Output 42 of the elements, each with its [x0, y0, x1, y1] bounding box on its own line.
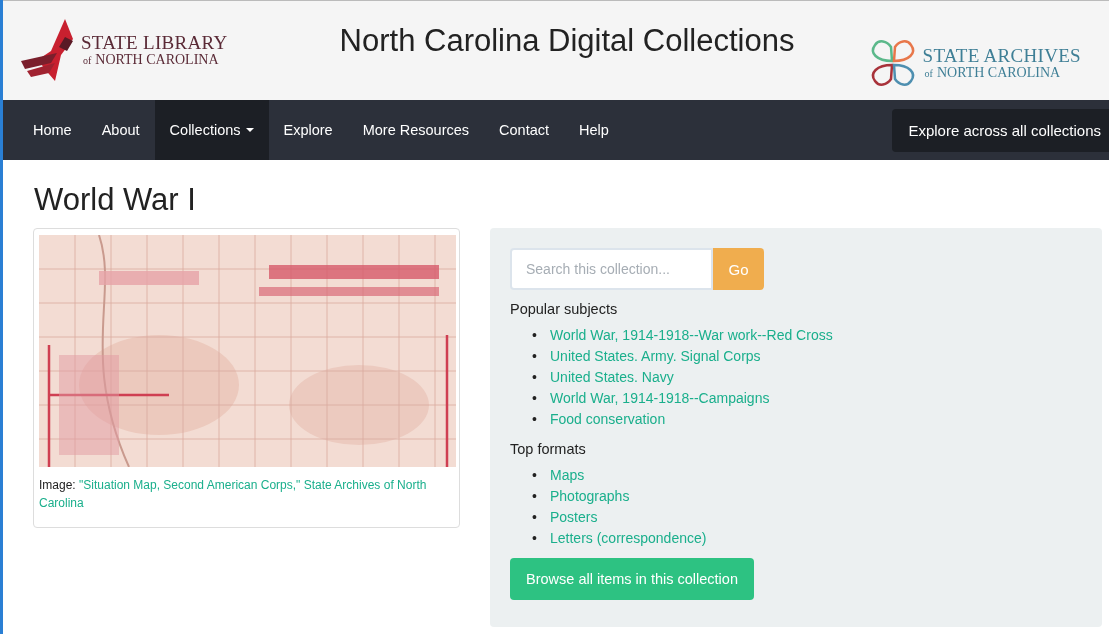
caption-link[interactable]: Carolina [39, 496, 84, 510]
caption-link[interactable]: "Situation Map, Second American Corps," State Archives of North [79, 478, 427, 492]
bullet: • [532, 326, 538, 345]
search-field[interactable]: Search this collection... [510, 248, 713, 290]
subject-link[interactable]: Letters (correspondence) [550, 528, 707, 549]
explore-button[interactable]: Explore across all collections [892, 108, 1109, 152]
bullet: • [532, 487, 538, 506]
logo-subtitle: NORTH CAROLINA [936, 65, 1061, 81]
subject-link[interactable]: World War, 1914-1918--Campaigns [550, 388, 770, 409]
browse-button[interactable]: Browse all items in this collection [510, 558, 754, 600]
bullet: • [532, 529, 538, 548]
nav-item[interactable]: Collections [154, 100, 269, 160]
nav-item[interactable]: Help [564, 100, 624, 160]
bullet: • [532, 347, 538, 366]
logo-title: STATE LIBRARY [81, 32, 228, 53]
logo-title: STATE ARCHIVES [922, 45, 1081, 66]
nav-item[interactable]: Contact [484, 100, 565, 160]
logo-subtitle-prefix: of [924, 68, 933, 80]
go-button[interactable]: Go [713, 248, 764, 290]
logo-subtitle-prefix: of [83, 55, 92, 67]
section-heading: Popular subjects [510, 301, 619, 317]
caption-label: Image: [39, 478, 76, 492]
bullet: • [532, 389, 538, 408]
subject-link[interactable]: Posters [550, 507, 598, 528]
subject-link[interactable]: World War, 1914-1918--War work--Red Cross [550, 325, 833, 346]
subject-link[interactable]: United States. Navy [550, 367, 674, 388]
site-title: North Carolina Digital Collections [339, 23, 795, 59]
page-title: World War I [34, 182, 197, 218]
nav-item[interactable]: About [86, 100, 155, 160]
nav-item[interactable]: More Resources [347, 100, 485, 160]
bullet: • [532, 368, 538, 387]
subject-link[interactable]: Photographs [550, 486, 630, 507]
nav-item[interactable]: Home [18, 100, 87, 160]
logo-subtitle: NORTH CAROLINA [95, 52, 219, 68]
section-heading: Top formats [510, 441, 587, 457]
nav-item[interactable]: Explore [268, 100, 348, 160]
bullet: • [532, 508, 538, 527]
subject-link[interactable]: Maps [550, 465, 585, 486]
subject-link[interactable]: Food conservation [550, 409, 666, 430]
subject-link[interactable]: United States. Army. Signal Corps [550, 346, 761, 367]
bullet: • [532, 466, 538, 485]
bullet: • [532, 410, 538, 429]
